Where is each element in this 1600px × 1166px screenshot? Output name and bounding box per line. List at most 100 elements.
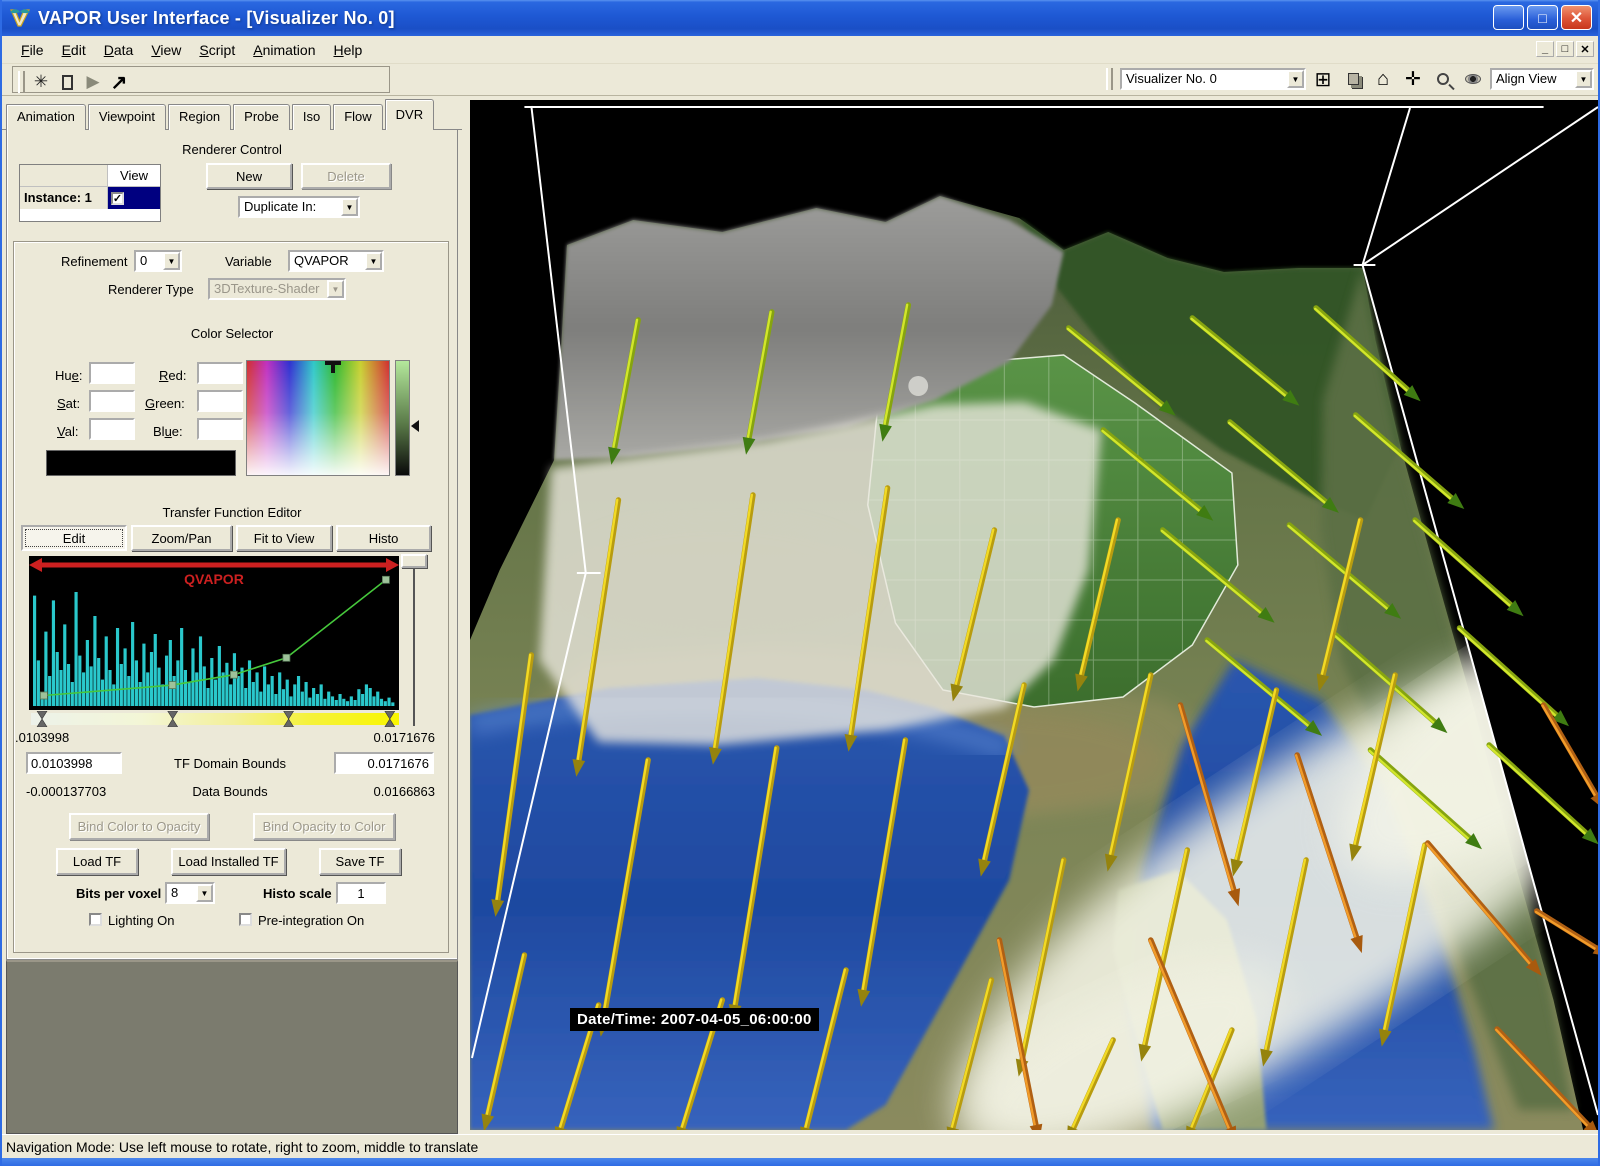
- tf-colorbar[interactable]: [31, 711, 399, 727]
- window-bottom-border: [2, 1158, 1598, 1166]
- edit-mode-button[interactable]: Edit: [21, 525, 127, 551]
- bits-per-voxel-select[interactable]: 8▼: [165, 882, 215, 904]
- chevron-down-icon[interactable]: ▼: [1287, 70, 1304, 88]
- instance-view-checkbox[interactable]: ✓: [111, 192, 124, 205]
- minimize-button[interactable]: _: [1493, 5, 1524, 30]
- sat-field[interactable]: [89, 390, 135, 412]
- histo-scale-field[interactable]: [336, 882, 386, 904]
- probe-play-icon[interactable]: ▶: [80, 70, 106, 94]
- refinement-label: Refinement: [61, 254, 127, 269]
- load-tf-button[interactable]: Load TF: [56, 848, 138, 875]
- tab-probe[interactable]: Probe: [233, 104, 290, 130]
- lighting-label: Lighting On: [108, 913, 175, 928]
- toolbar-grip[interactable]: [18, 71, 25, 93]
- tf-variable-label: QVAPOR: [184, 571, 244, 587]
- red-label: Red:: [159, 368, 186, 383]
- tf-max-field[interactable]: [334, 752, 434, 774]
- toolbar-grip-right[interactable]: [1106, 68, 1113, 90]
- menu-view[interactable]: View: [142, 39, 190, 61]
- toolbar: ✳ ▶ ↗ Visualizer No. 0▼ ⊞ ⌂ ✛ Align View…: [2, 64, 1598, 96]
- mdi-restore-button[interactable]: □: [1556, 41, 1574, 57]
- histo-button[interactable]: Histo: [336, 525, 431, 551]
- preintegration-label: Pre-integration On: [258, 913, 364, 928]
- region-frame-icon[interactable]: [54, 70, 80, 94]
- tf-right-value: 0.0171676: [374, 730, 435, 745]
- val-field[interactable]: [89, 418, 135, 440]
- scene-render: [470, 100, 1598, 1130]
- histo-scale-label: Histo scale: [263, 886, 332, 901]
- save-tf-button[interactable]: Save TF: [319, 848, 401, 875]
- load-installed-tf-button[interactable]: Load Installed TF: [171, 848, 286, 875]
- renderer-control-title: Renderer Control: [7, 142, 457, 157]
- maximize-button[interactable]: □: [1527, 5, 1558, 30]
- menu-file[interactable]: File: [12, 39, 53, 61]
- align-view-select[interactable]: Align View▼: [1490, 68, 1594, 90]
- menu-help[interactable]: Help: [324, 39, 371, 61]
- tf-min-field[interactable]: [26, 752, 122, 774]
- tab-region[interactable]: Region: [168, 104, 231, 130]
- chevron-down-icon[interactable]: ▼: [1575, 70, 1592, 88]
- panel-empty-area: [6, 960, 458, 1134]
- zoom-pan-button[interactable]: Zoom/Pan: [131, 525, 232, 551]
- refinement-select[interactable]: 0▼: [134, 250, 182, 272]
- red-field[interactable]: [197, 362, 243, 384]
- vapor-logo-icon: [8, 6, 32, 30]
- toolbar-left-group: ✳ ▶ ↗: [12, 66, 390, 93]
- instance-table: View Instance: 1 ✓: [19, 164, 161, 222]
- visualizer-viewport[interactable]: Date/Time: 2007-04-05_06:00:00: [462, 96, 1598, 1134]
- val-label: Val:: [57, 424, 78, 439]
- value-slider-marker[interactable]: [411, 420, 419, 432]
- preintegration-checkbox[interactable]: [239, 913, 252, 926]
- control-panel: Animation Viewpoint Region Probe Iso Flo…: [2, 96, 462, 1134]
- instance-row[interactable]: Instance: 1 ✓: [20, 187, 160, 209]
- mdi-minimize-button[interactable]: _: [1536, 41, 1554, 57]
- window-title: VAPOR User Interface - [Visualizer No. 0…: [38, 8, 395, 29]
- tile-windows-icon[interactable]: ⊞: [1310, 67, 1336, 91]
- blue-field[interactable]: [197, 418, 243, 440]
- close-button[interactable]: ✕: [1561, 5, 1592, 30]
- menu-edit[interactable]: Edit: [53, 39, 95, 61]
- eye-icon[interactable]: [1460, 67, 1486, 91]
- lighting-checkbox[interactable]: [89, 913, 102, 926]
- variable-label: Variable: [225, 254, 272, 269]
- tab-viewpoint[interactable]: Viewpoint: [88, 104, 166, 130]
- menu-script[interactable]: Script: [190, 39, 244, 61]
- hue-sat-picker[interactable]: [246, 360, 390, 476]
- tf-vertical-slider-track[interactable]: [413, 568, 415, 726]
- tab-animation[interactable]: Animation: [6, 104, 86, 130]
- vapor-wheel-icon[interactable]: ✳: [28, 70, 54, 94]
- move-view-icon[interactable]: ✛: [1400, 67, 1426, 91]
- home-view-icon[interactable]: ⌂: [1370, 67, 1396, 91]
- data-min-value: -0.000137703: [26, 784, 106, 799]
- mdi-close-button[interactable]: ✕: [1576, 41, 1594, 57]
- value-slider[interactable]: [395, 360, 410, 476]
- visualizer-select[interactable]: Visualizer No. 0▼: [1120, 68, 1306, 90]
- green-label: Green:: [145, 396, 185, 411]
- bind-color-to-opacity-button: Bind Color to Opacity: [69, 813, 209, 840]
- tf-vertical-slider-handle[interactable]: [401, 554, 427, 568]
- tab-flow[interactable]: Flow: [333, 104, 382, 130]
- variable-select[interactable]: QVAPOR▼: [288, 250, 384, 272]
- bits-per-voxel-label: Bits per voxel: [76, 886, 161, 901]
- view-column-header: View: [108, 165, 160, 186]
- navigate-arrow-icon[interactable]: ↗: [106, 70, 132, 94]
- probe-sphere[interactable]: [908, 376, 928, 396]
- title-bar: VAPOR User Interface - [Visualizer No. 0…: [2, 0, 1598, 36]
- fit-to-view-button[interactable]: Fit to View: [236, 525, 332, 551]
- cascade-windows-icon[interactable]: [1340, 67, 1366, 91]
- green-field[interactable]: [197, 390, 243, 412]
- hue-field[interactable]: [89, 362, 135, 384]
- duplicate-in-select[interactable]: Duplicate In:▼: [238, 196, 360, 218]
- tab-iso[interactable]: Iso: [292, 104, 331, 130]
- instance-label: Instance: 1: [20, 187, 108, 209]
- transfer-function-editor[interactable]: QVAPOR: [29, 556, 399, 710]
- tab-bar: Animation Viewpoint Region Probe Iso Flo…: [2, 96, 462, 130]
- hue-label: Hue:: [55, 368, 82, 383]
- menu-data[interactable]: Data: [95, 39, 143, 61]
- magnifier-icon[interactable]: [1430, 67, 1456, 91]
- tf-domain-bounds-label: TF Domain Bounds: [135, 756, 325, 771]
- tab-dvr[interactable]: DVR: [385, 99, 434, 130]
- new-button[interactable]: New: [206, 163, 292, 189]
- data-max-value: 0.0166863: [374, 784, 435, 799]
- menu-animation[interactable]: Animation: [244, 39, 324, 61]
